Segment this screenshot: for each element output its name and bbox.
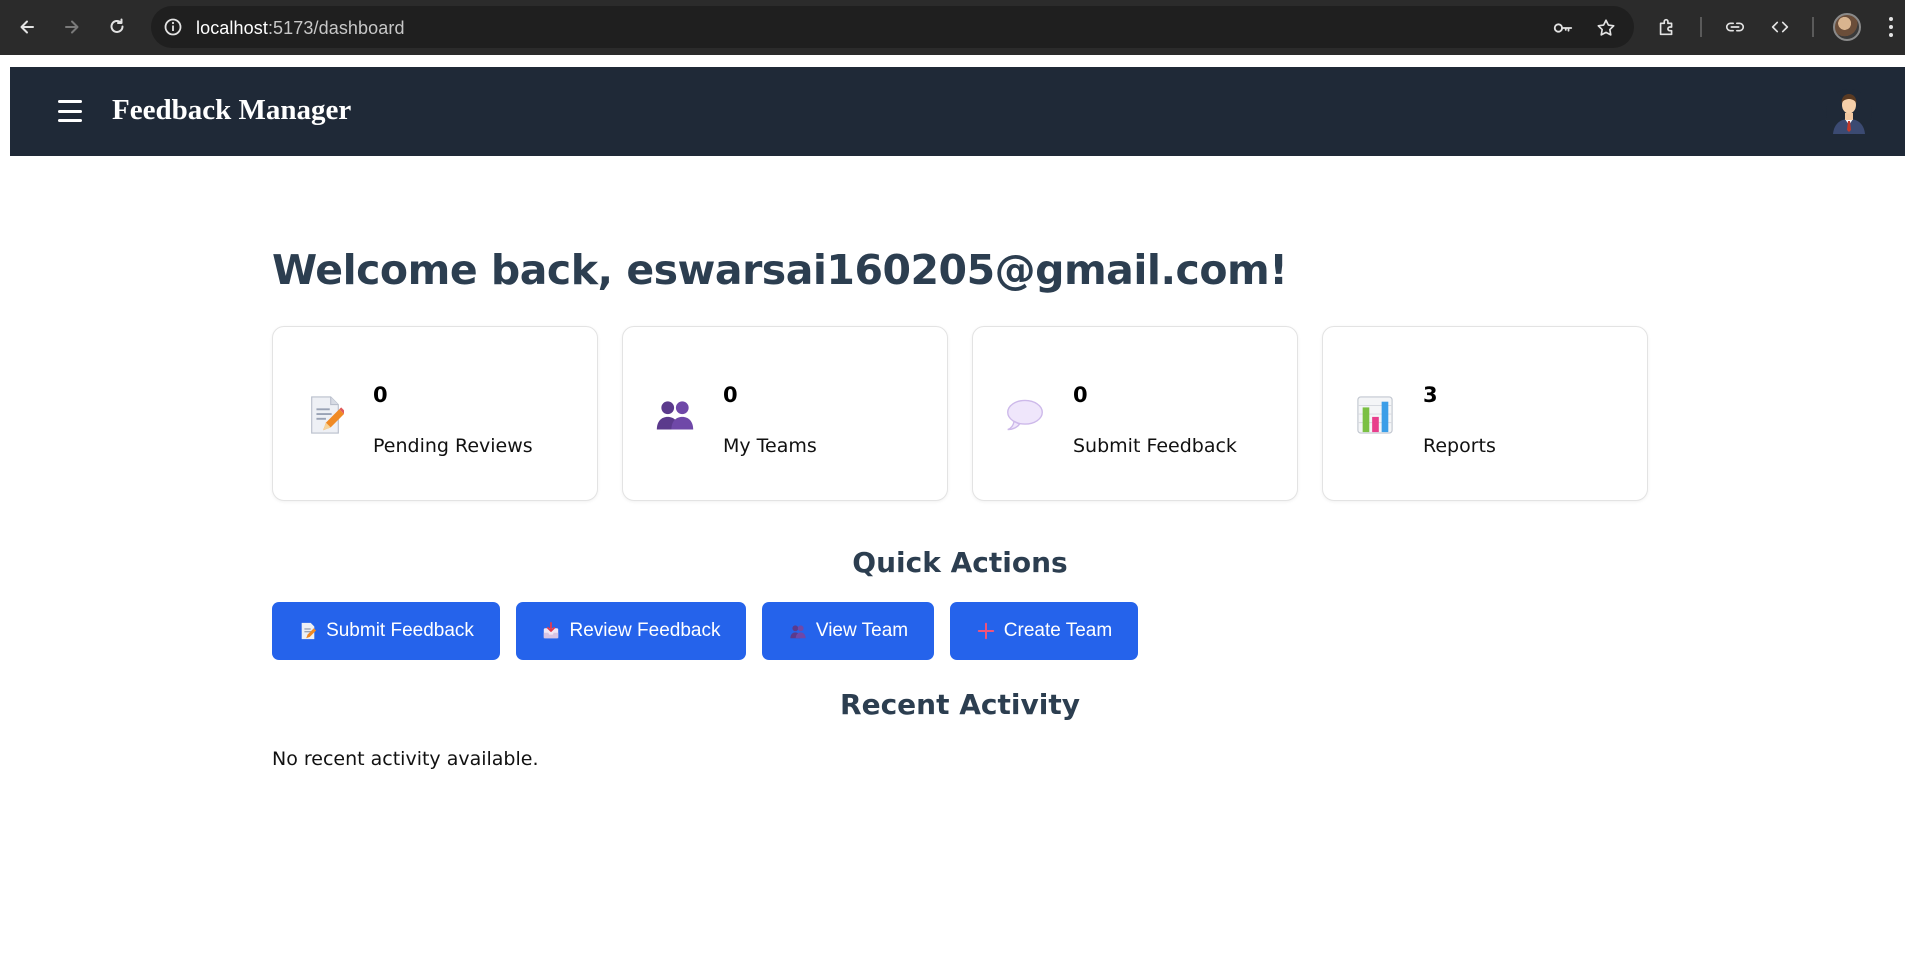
- forward-icon[interactable]: [58, 13, 86, 41]
- plus-icon: [976, 621, 996, 641]
- address-bar[interactable]: localhost:5173/dashboard: [151, 6, 1634, 48]
- submit-feedback-button[interactable]: Submit Feedback: [272, 602, 500, 660]
- browser-toolbar: localhost:5173/dashboard: [0, 0, 1905, 55]
- quick-actions-heading: Quick Actions: [852, 546, 1068, 579]
- bar-chart-icon: [1355, 393, 1395, 437]
- stat-count: 0: [723, 383, 738, 407]
- stat-card-reports[interactable]: 3 Reports: [1322, 326, 1648, 501]
- app-header: Feedback Manager: [10, 67, 1905, 156]
- stat-label: My Teams: [723, 435, 817, 457]
- recent-activity-empty-message: No recent activity available.: [272, 748, 539, 770]
- recent-activity-heading: Recent Activity: [840, 688, 1080, 721]
- view-team-button[interactable]: View Team: [762, 602, 934, 660]
- reload-icon[interactable]: [103, 13, 131, 41]
- stat-card-submit-feedback[interactable]: 0 Submit Feedback: [972, 326, 1298, 501]
- url-text[interactable]: localhost:5173/dashboard: [196, 18, 405, 39]
- team-icon: [655, 393, 695, 437]
- speech-bubble-icon: [1005, 393, 1045, 437]
- stat-card-pending-reviews[interactable]: 0 Pending Reviews: [272, 326, 598, 501]
- stat-label: Reports: [1423, 435, 1496, 457]
- user-avatar-icon[interactable]: [1825, 88, 1873, 136]
- hamburger-menu-icon[interactable]: [58, 100, 82, 122]
- review-feedback-button[interactable]: Review Feedback: [516, 602, 746, 660]
- memo-icon: [298, 621, 318, 641]
- button-label: Create Team: [1003, 620, 1113, 641]
- create-team-button[interactable]: Create Team: [950, 602, 1138, 660]
- inbox-tray-icon: [541, 621, 561, 641]
- button-label: Submit Feedback: [326, 620, 474, 641]
- browser-profile-avatar[interactable]: [1833, 13, 1861, 41]
- browser-menu-icon[interactable]: [1884, 14, 1898, 40]
- memo-icon: [305, 393, 345, 437]
- stat-count: 0: [373, 383, 388, 407]
- back-icon[interactable]: [13, 13, 41, 41]
- bookmark-star-icon[interactable]: [1593, 15, 1619, 41]
- team-icon: [788, 621, 808, 641]
- link-icon[interactable]: [1721, 13, 1749, 41]
- extensions-icon[interactable]: [1653, 13, 1681, 41]
- button-label: View Team: [815, 620, 909, 641]
- stat-count: 0: [1073, 383, 1088, 407]
- site-info-icon[interactable]: [159, 13, 187, 41]
- code-icon[interactable]: [1766, 13, 1794, 41]
- brand-title: Feedback Manager: [112, 94, 352, 126]
- stat-count: 3: [1423, 383, 1438, 407]
- welcome-heading: Welcome back, eswarsai160205@gmail.com!: [272, 246, 1288, 294]
- password-key-icon[interactable]: [1550, 15, 1576, 41]
- toolbar-divider: [1700, 17, 1702, 37]
- button-label: Review Feedback: [569, 620, 721, 641]
- stat-label: Pending Reviews: [373, 435, 533, 457]
- stat-label: Submit Feedback: [1073, 435, 1237, 457]
- stat-card-my-teams[interactable]: 0 My Teams: [622, 326, 948, 501]
- url-path: :5173/dashboard: [267, 18, 405, 38]
- url-host: localhost: [196, 18, 268, 38]
- toolbar-divider: [1812, 17, 1814, 37]
